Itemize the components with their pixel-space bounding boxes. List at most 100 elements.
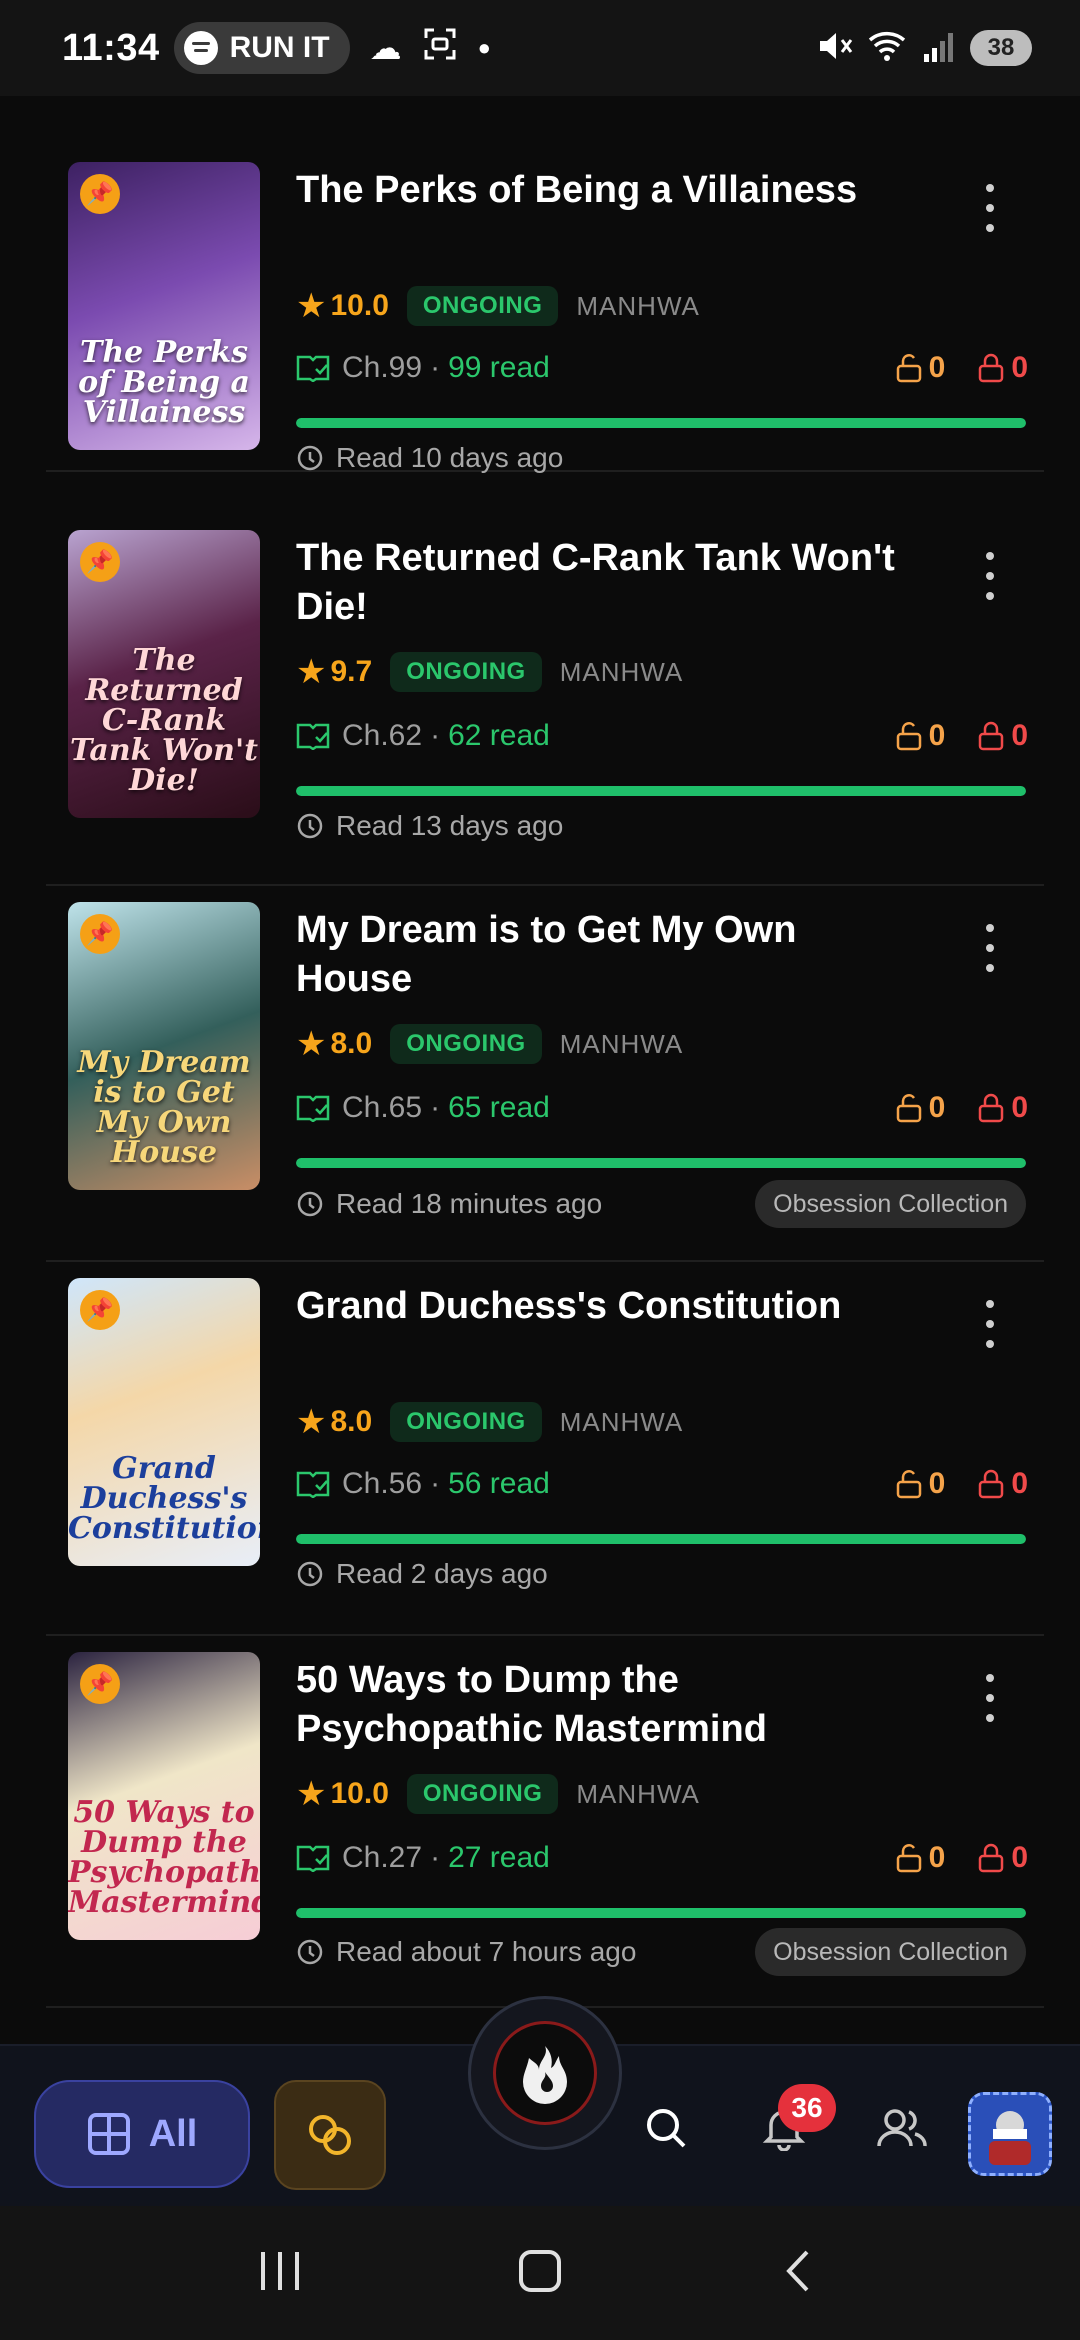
- separator-dot: ·: [430, 719, 441, 752]
- collection-tag[interactable]: Obsession Collection: [755, 1180, 1026, 1228]
- unlocked-count: 0: [895, 351, 945, 385]
- progress-fill: [296, 1158, 1026, 1168]
- rating-value: 10.0: [330, 1777, 389, 1810]
- lock-icon: [979, 1843, 1004, 1873]
- all-filter-button[interactable]: All: [34, 2080, 250, 2188]
- status-bar: 11:34 RUN IT ☁ ● 38: [0, 0, 1080, 96]
- lock-counts: 0 0: [895, 719, 1028, 753]
- more-options-icon[interactable]: [980, 1300, 1000, 1348]
- clock-icon: [297, 813, 323, 839]
- cover-title-text: 50 Ways to Dump the Psychopathic Masterm…: [68, 1795, 260, 1920]
- library-card[interactable]: The Returned C-Rank Tank Won't Die! 📌 Th…: [46, 514, 1044, 886]
- progress-bar: [296, 418, 1026, 428]
- cover-image[interactable]: 50 Ways to Dump the Psychopathic Masterm…: [68, 1652, 260, 1940]
- clock-icon: [297, 1939, 323, 1965]
- notification-count-badge: 36: [778, 2084, 836, 2132]
- lock-counts: 0 0: [895, 1841, 1028, 1875]
- last-read-row: Read 13 days ago: [296, 806, 563, 846]
- back-icon: [786, 2250, 809, 2291]
- unlocked-value: 0: [928, 1467, 946, 1500]
- manga-title[interactable]: The Perks of Being a Villainess: [296, 166, 916, 215]
- last-read-row: Read 10 days ago: [296, 438, 563, 478]
- library-list[interactable]: The Perks of Being a Villainess 📌 The Pe…: [0, 96, 1080, 2044]
- more-options-icon[interactable]: [980, 1674, 1000, 1722]
- locked-count: 0: [977, 719, 1028, 753]
- star-icon: ★: [296, 653, 327, 691]
- chapter-row: Ch.65 · 65 read 0 0: [296, 1088, 1028, 1128]
- progress-fill: [296, 1534, 1026, 1544]
- chapter-label: Ch.56: [342, 1467, 423, 1500]
- friends-button[interactable]: [872, 2098, 932, 2158]
- system-navigation-bar: [0, 2206, 1080, 2340]
- manga-title[interactable]: My Dream is to Get My Own House: [296, 906, 916, 1004]
- screenshot-icon: [422, 26, 458, 70]
- book-check-icon: [296, 1845, 330, 1872]
- flame-fab-button[interactable]: [468, 1996, 622, 2150]
- status-badge: ONGOING: [390, 652, 542, 692]
- lock-icon: [979, 353, 1004, 383]
- read-count: 56 read: [448, 1467, 550, 1500]
- manga-title[interactable]: 50 Ways to Dump the Psychopathic Masterm…: [296, 1656, 916, 1754]
- lock-counts: 0 0: [895, 1467, 1028, 1501]
- unlocked-value: 0: [928, 1091, 946, 1124]
- star-icon: ★: [296, 287, 327, 325]
- pin-icon: 📌: [80, 542, 120, 582]
- status-badge: ONGOING: [406, 286, 559, 326]
- type-label: MANHWA: [559, 656, 684, 687]
- coins-button[interactable]: [274, 2080, 386, 2190]
- progress-fill: [296, 1908, 1026, 1918]
- spotify-now-playing-pill[interactable]: RUN IT: [173, 22, 350, 74]
- bottom-nav: All 36: [0, 1996, 1080, 2206]
- library-card[interactable]: My Dream is to Get My Own House 📌 My Dre…: [46, 886, 1044, 1262]
- chapter-label: Ch.99: [342, 351, 423, 384]
- locked-count: 0: [977, 351, 1028, 385]
- lock-counts: 0 0: [895, 1091, 1028, 1125]
- search-button[interactable]: [636, 2098, 696, 2158]
- unlock-icon: [896, 722, 921, 751]
- unlocked-value: 0: [928, 719, 946, 752]
- cover-title-text: Grand Duchess's Constitution: [68, 1451, 260, 1546]
- progress-bar: [296, 1158, 1026, 1168]
- wifi-icon: [866, 28, 910, 69]
- more-options-icon[interactable]: [980, 924, 1000, 972]
- locked-value: 0: [1011, 719, 1028, 752]
- cover-title-text: The Perks of Being a Villainess: [78, 335, 250, 430]
- last-read-text: Read about 7 hours ago: [336, 1936, 637, 1967]
- manga-title[interactable]: The Returned C-Rank Tank Won't Die!: [296, 534, 916, 632]
- last-read-text: Read 2 days ago: [336, 1558, 548, 1589]
- last-read-text: Read 13 days ago: [336, 810, 564, 841]
- more-options-icon[interactable]: [980, 552, 1000, 600]
- profile-avatar[interactable]: [968, 2092, 1052, 2176]
- coins-icon: [309, 2115, 351, 2155]
- notification-dot-icon: ●: [477, 35, 491, 60]
- unlock-icon: [896, 1094, 921, 1123]
- back-button[interactable]: [775, 2246, 825, 2301]
- cover-image[interactable]: The Returned C-Rank Tank Won't Die! 📌: [68, 530, 260, 818]
- chapter-row: Ch.99 · 99 read 0 0: [296, 348, 1028, 388]
- manga-title[interactable]: Grand Duchess's Constitution: [296, 1282, 916, 1331]
- lock-icon: [979, 1093, 1004, 1123]
- progress-fill: [296, 786, 1026, 796]
- type-label: MANHWA: [559, 1406, 684, 1437]
- home-button[interactable]: [515, 2246, 565, 2301]
- status-badge: ONGOING: [390, 1024, 542, 1064]
- last-read-row: Read 2 days ago: [296, 1554, 548, 1594]
- recent-apps-button[interactable]: [255, 2246, 305, 2301]
- collection-tag[interactable]: Obsession Collection: [755, 1928, 1026, 1976]
- lock-icon: [979, 1469, 1004, 1499]
- library-card[interactable]: Grand Duchess's Constitution 📌 Grand Duc…: [46, 1262, 1044, 1636]
- cover-image[interactable]: My Dream is to Get My Own House 📌: [68, 902, 260, 1190]
- battery-indicator: 38: [970, 30, 1032, 66]
- more-options-icon[interactable]: [980, 184, 1000, 232]
- library-card[interactable]: 50 Ways to Dump the Psychopathic Masterm…: [46, 1636, 1044, 2008]
- clock-icon: [297, 445, 323, 471]
- read-count: 62 read: [448, 719, 550, 752]
- cover-image[interactable]: Grand Duchess's Constitution 📌: [68, 1278, 260, 1566]
- pin-icon: 📌: [80, 914, 120, 954]
- pin-icon: 📌: [80, 174, 120, 214]
- library-card[interactable]: The Perks of Being a Villainess 📌 The Pe…: [46, 146, 1044, 473]
- cover-image[interactable]: The Perks of Being a Villainess 📌: [68, 162, 260, 450]
- status-badge: ONGOING: [406, 1774, 559, 1814]
- progress-bar: [296, 1908, 1026, 1918]
- star-icon: ★: [296, 1025, 327, 1063]
